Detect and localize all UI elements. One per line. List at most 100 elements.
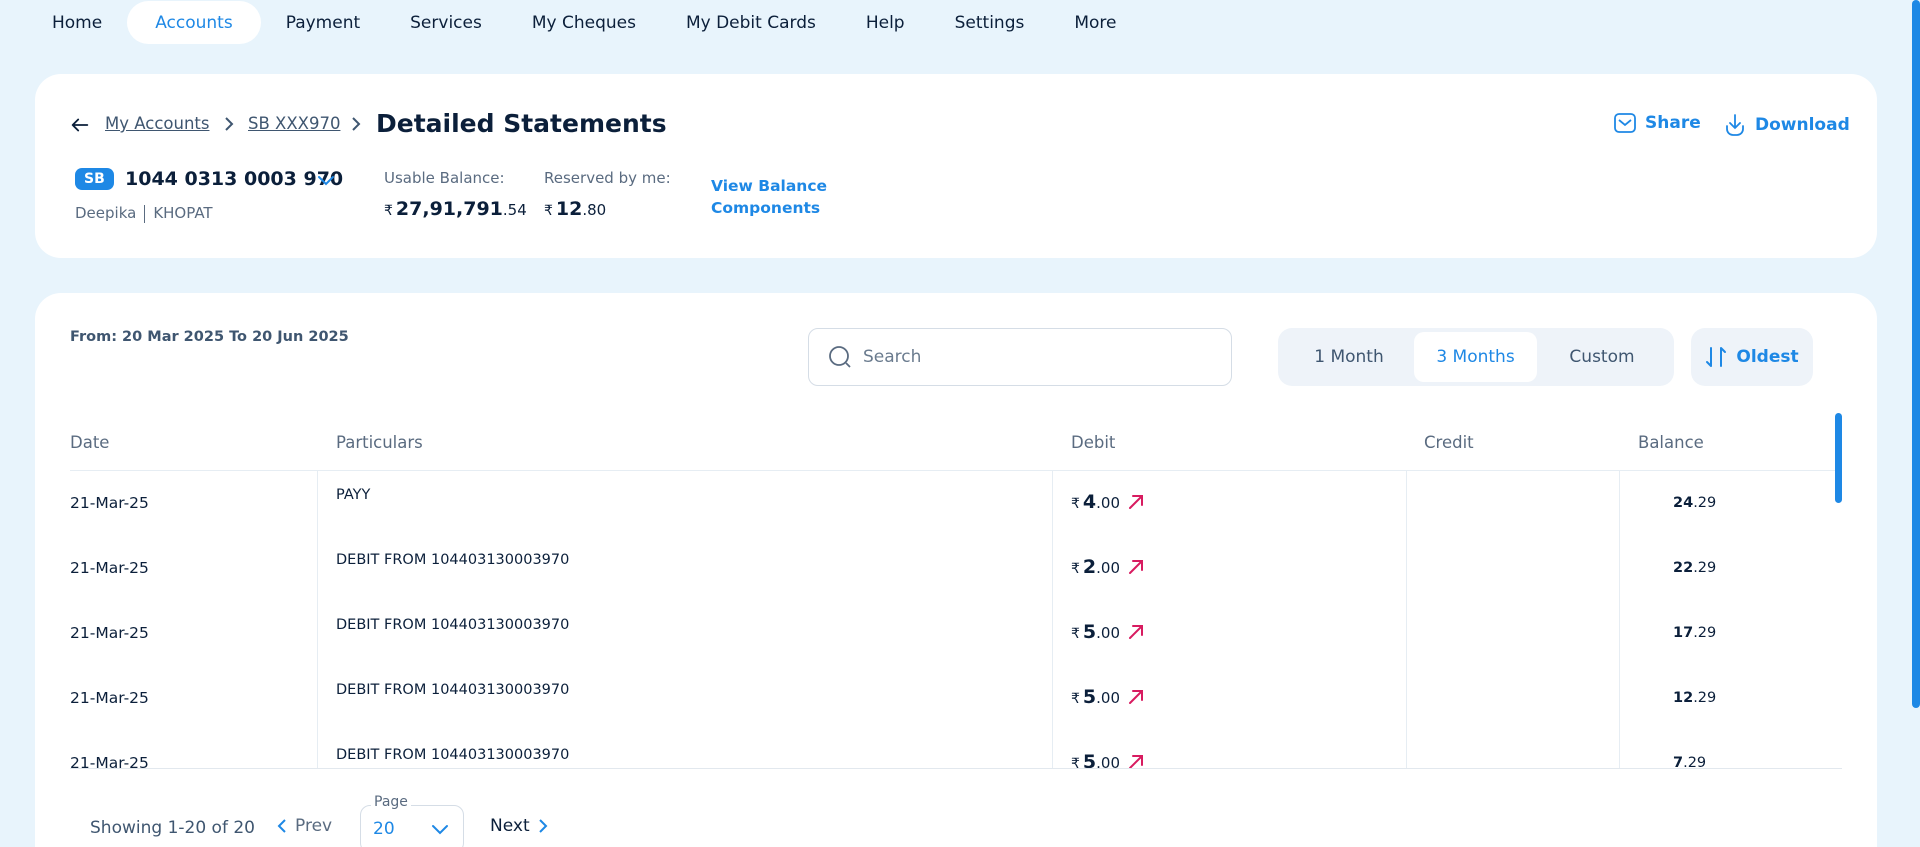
nav-home[interactable]: Home [27, 1, 127, 44]
search-icon [829, 346, 851, 368]
row-date: 21-Mar-25 [70, 689, 149, 707]
balance-decimal: .29 [1693, 495, 1717, 511]
mail-icon [1614, 113, 1636, 133]
prev-page-button[interactable]: Prev [277, 816, 332, 836]
share-label: Share [1645, 113, 1701, 133]
nav-my-debit-cards[interactable]: My Debit Cards [661, 1, 841, 44]
row-particulars: DEBIT FROM 104403130003970 [336, 552, 570, 568]
nav-settings[interactable]: Settings [930, 1, 1050, 44]
search-input[interactable] [863, 347, 1203, 367]
arrow-up-right-icon [1129, 625, 1144, 639]
row-balance: 22.29 [1673, 560, 1716, 576]
account-type-badge: SB [75, 168, 114, 190]
statement-table: Date Particulars Debit Credit Balance 21… [70, 413, 1842, 769]
reserved-balance-whole: 12 [555, 198, 583, 220]
currency-symbol: ₹ [1071, 691, 1080, 707]
row-date: 21-Mar-25 [70, 624, 149, 642]
row-balance: 24.29 [1673, 495, 1716, 511]
chevron-right-icon [538, 819, 548, 833]
table-scrollbar-thumb[interactable] [1835, 413, 1842, 503]
row-particulars: DEBIT FROM 104403130003970 [336, 682, 570, 698]
balance-whole: 22 [1673, 560, 1694, 576]
view-balance-components-link[interactable]: View Balance Components [711, 175, 831, 219]
column-header-credit[interactable]: Credit [1424, 433, 1474, 452]
chevron-down-icon [432, 825, 448, 835]
table-row[interactable]: 21-Mar-25 DEBIT FROM 104403130003970 ₹5.00… [70, 731, 1842, 769]
nav-accounts[interactable]: Accounts [127, 1, 261, 44]
column-header-balance[interactable]: Balance [1638, 433, 1704, 452]
balance-whole: 24 [1673, 495, 1694, 511]
balance-decimal: .29 [1693, 625, 1717, 641]
arrow-up-right-icon [1129, 495, 1144, 509]
share-button[interactable]: Share [1613, 112, 1701, 134]
row-date: 21-Mar-25 [70, 559, 149, 577]
table-row[interactable]: 21-Mar-25 PAYY ₹4.00 24.29 [70, 471, 1842, 536]
table-row[interactable]: 21-Mar-25 DEBIT FROM 104403130003970 ₹5.00… [70, 666, 1842, 731]
balance-whole: 7 [1673, 755, 1684, 769]
page-select[interactable]: Page 20 [360, 794, 464, 847]
date-range: From: 20 Mar 2025 To 20 Jun 2025 [70, 329, 349, 345]
chevron-down-icon[interactable] [316, 172, 336, 188]
account-holder: Deepika KHOPAT [75, 204, 213, 223]
row-balance: 17.29 [1673, 625, 1716, 641]
row-particulars: DEBIT FROM 104403130003970 [336, 617, 570, 633]
top-nav: Home Accounts Payment Services My Cheque… [27, 0, 1142, 45]
reserved-balance-decimal: .80 [582, 201, 607, 219]
breadcrumb-sb-account[interactable]: SB XXX970 [248, 114, 340, 133]
usable-balance-whole: 27,91,791 [395, 198, 503, 220]
sort-oldest-button[interactable]: Oldest [1691, 328, 1813, 386]
row-balance: 7.29 [1673, 755, 1706, 769]
debit-decimal: .00 [1096, 494, 1121, 512]
nav-more[interactable]: More [1049, 1, 1141, 44]
download-button[interactable]: Download [1723, 112, 1850, 138]
sort-icon [1706, 347, 1727, 367]
search-box[interactable] [808, 328, 1232, 386]
row-date: 21-Mar-25 [70, 754, 149, 769]
debit-decimal: .00 [1096, 754, 1121, 769]
holder-last-name: KHOPAT [153, 204, 213, 222]
debit-whole: 2 [1082, 556, 1097, 578]
currency-symbol: ₹ [1071, 561, 1080, 577]
chevron-right-icon [225, 117, 234, 131]
statement-card: From: 20 Mar 2025 To 20 Jun 2025 1 Month… [35, 293, 1877, 847]
nav-payment[interactable]: Payment [261, 1, 385, 44]
reserved-balance-value: ₹12.80 [544, 198, 606, 220]
nav-my-cheques[interactable]: My Cheques [507, 1, 661, 44]
period-custom[interactable]: Custom [1537, 332, 1667, 382]
breadcrumb-my-accounts[interactable]: My Accounts [105, 114, 209, 133]
currency-symbol: ₹ [1071, 626, 1080, 642]
page-scrollbar-thumb[interactable] [1912, 0, 1920, 708]
table-row[interactable]: 21-Mar-25 DEBIT FROM 104403130003970 ₹2.00… [70, 536, 1842, 601]
row-particulars: DEBIT FROM 104403130003970 [336, 747, 570, 763]
row-debit: ₹5.00 [1071, 621, 1146, 643]
prev-label: Prev [295, 816, 333, 836]
debit-whole: 5 [1082, 686, 1097, 708]
pagination-summary: Showing 1-20 of 20 [90, 818, 255, 838]
row-particulars: PAYY [336, 487, 371, 503]
table-row[interactable]: 21-Mar-25 DEBIT FROM 104403130003970 ₹5.00… [70, 601, 1842, 666]
back-arrow-icon[interactable] [69, 114, 91, 136]
currency-symbol: ₹ [1071, 756, 1080, 769]
column-header-debit[interactable]: Debit [1071, 433, 1115, 452]
nav-services[interactable]: Services [385, 1, 507, 44]
period-selector: 1 Month 3 Months Custom [1278, 328, 1674, 386]
row-date: 21-Mar-25 [70, 494, 149, 512]
usable-balance-value: ₹27,91,791.54 [384, 198, 527, 220]
account-number: 1044 0313 0003 970 [125, 168, 344, 190]
balance-decimal: .29 [1693, 690, 1717, 706]
holder-first-name: Deepika [75, 204, 137, 222]
chevron-left-icon [277, 819, 286, 833]
column-header-date[interactable]: Date [70, 433, 109, 452]
period-3-months[interactable]: 3 Months [1414, 332, 1537, 382]
reserved-balance-label: Reserved by me: [544, 169, 671, 187]
balance-decimal: .29 [1693, 560, 1717, 576]
next-label: Next [490, 816, 530, 836]
period-1-month[interactable]: 1 Month [1284, 332, 1414, 382]
arrow-up-right-icon [1129, 690, 1144, 704]
next-page-button[interactable]: Next [490, 816, 548, 836]
nav-help[interactable]: Help [841, 1, 930, 44]
debit-decimal: .00 [1096, 559, 1121, 577]
account-summary-card: My Accounts SB XXX970 Detailed Statement… [35, 74, 1877, 258]
column-header-particulars[interactable]: Particulars [336, 433, 423, 452]
chevron-right-icon [352, 117, 361, 131]
